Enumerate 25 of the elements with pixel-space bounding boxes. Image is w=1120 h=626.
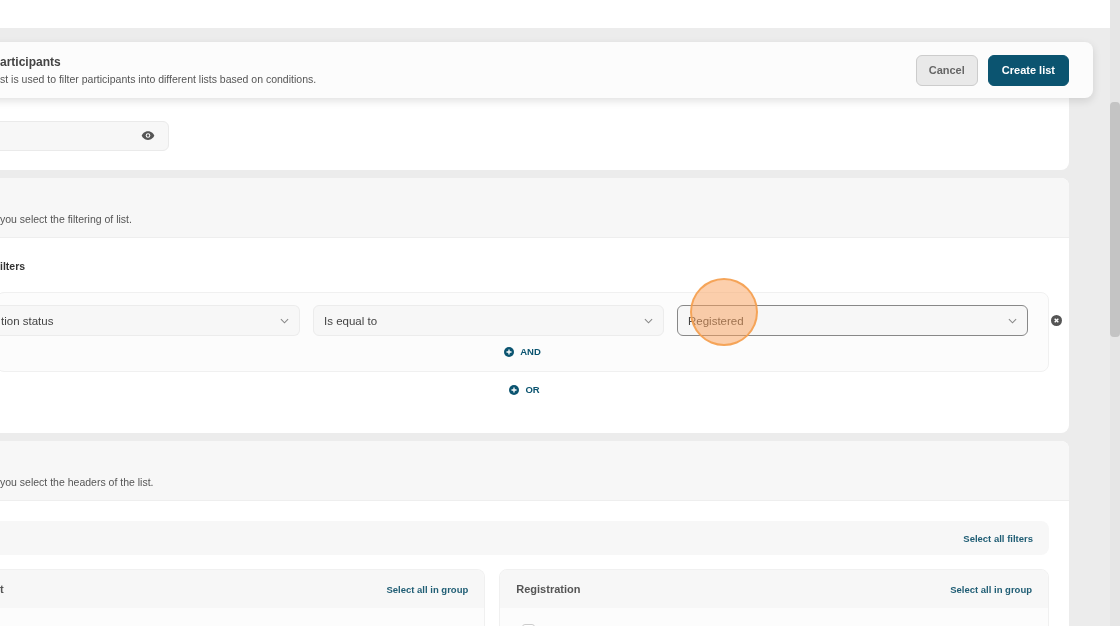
select-all-filters-link[interactable]: Select all filters (963, 532, 1033, 544)
section-description: you select the headers of the list. (0, 476, 154, 488)
chevron-down-icon (1008, 317, 1017, 324)
cancel-button[interactable]: Cancel (915, 54, 978, 86)
create-button[interactable]: Create list (987, 54, 1069, 86)
or-button[interactable]: OR (509, 384, 540, 395)
select-all-in-group-link[interactable]: Select all in group (386, 583, 469, 595)
dropdown[interactable]: tion status (0, 305, 300, 336)
scrollbar[interactable] (1110, 0, 1120, 626)
filters-label: ilters (0, 260, 27, 272)
chevron-down-icon (644, 317, 653, 324)
group-title: t (0, 583, 4, 595)
page-description: st is used to filter participants into different lists based on conditions. (0, 73, 317, 85)
chevron-down-icon (280, 317, 289, 324)
group-title: Registration (516, 583, 581, 595)
input-field[interactable] (0, 120, 169, 151)
eye-icon[interactable] (141, 130, 155, 141)
section-description: you select the filtering of list. (0, 213, 132, 225)
remove-icon[interactable] (1051, 315, 1062, 326)
plus-circle-icon (504, 346, 515, 357)
dropdown[interactable]: Is equal to (313, 305, 664, 336)
select-all-in-group-link[interactable]: Select all in group (950, 583, 1032, 595)
and-button[interactable]: AND (504, 346, 541, 357)
plus-circle-icon (509, 384, 520, 395)
page-title: articipants (0, 55, 62, 69)
